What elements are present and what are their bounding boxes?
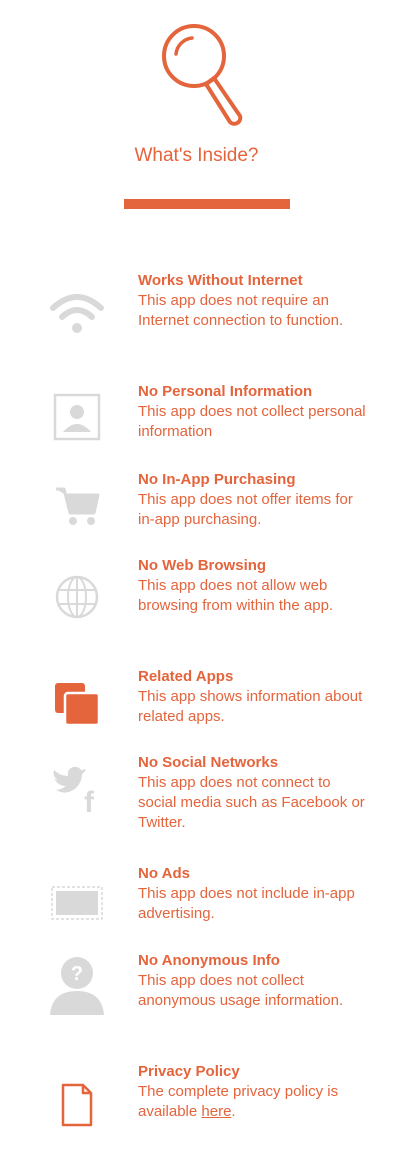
magnifier-icon [162, 24, 243, 126]
feature-title: No Social Networks [138, 754, 279, 771]
feature-desc: This app does not collect anonymous usag… [138, 972, 344, 1009]
feature-desc: This app does not require an Internet co… [138, 292, 344, 329]
feature-desc: This app does not collect personal infor… [138, 403, 366, 440]
shopping-cart-icon [48, 476, 106, 534]
feature-desc: This app does not allow web browsing fro… [138, 577, 334, 614]
document-icon [48, 1076, 106, 1134]
feature-title: Privacy Policy [138, 1063, 240, 1080]
wifi-icon [48, 285, 106, 343]
feature-title: No Anonymous Info [138, 952, 280, 969]
globe-icon [48, 568, 106, 626]
feature-desc: This app does not offer items for in-app… [138, 491, 353, 528]
feature-title: Related Apps [138, 668, 234, 685]
twitter-facebook-icon: f [48, 761, 106, 819]
svg-text:?: ? [71, 963, 83, 985]
title-underline [124, 199, 290, 209]
feature-desc: The complete privacy policy is available… [138, 1082, 373, 1122]
feature-title: No In-App Purchasing [138, 471, 296, 488]
feature-title: No Ads [138, 865, 190, 882]
feature-desc: This app does not include in-app adverti… [138, 885, 355, 922]
page-title: What's Inside? [134, 145, 259, 166]
privacy-policy-link[interactable]: here [201, 1103, 231, 1120]
feature-desc: This app does not connect to social medi… [138, 774, 365, 831]
profile-photo-icon [48, 388, 106, 446]
feature-desc: This app shows information about related… [138, 688, 363, 725]
privacy-desc-text: The complete privacy policy is available [138, 1083, 339, 1120]
svg-text:f: f [84, 786, 95, 816]
feature-title: No Personal Information [138, 383, 313, 400]
feature-title: Works Without Internet [138, 272, 303, 289]
stacked-squares-icon [48, 675, 106, 733]
feature-title: No Web Browsing [138, 557, 267, 574]
privacy-desc-suffix: . [231, 1103, 236, 1120]
header: What's Inside? [0, 0, 393, 215]
ad-banner-icon [48, 874, 106, 932]
anonymous-user-icon: ? [48, 955, 106, 1015]
